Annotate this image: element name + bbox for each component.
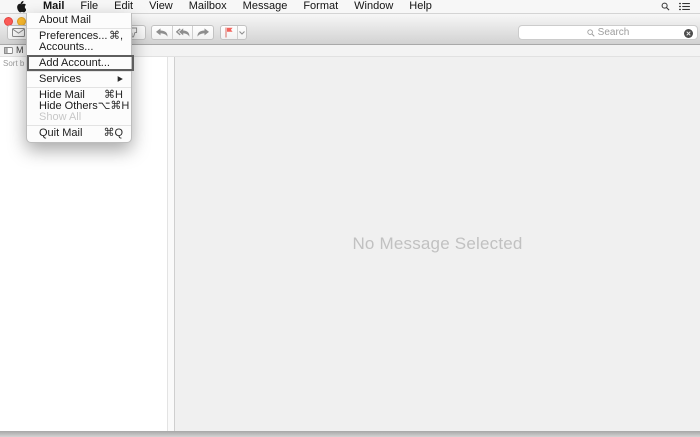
menubar-item-message[interactable]: Message [235,0,296,13]
flag-button-group [220,25,247,40]
menu-separator [27,125,131,126]
search-field[interactable]: Search [518,25,698,40]
shortcut-preferences: ⌘, [108,30,123,42]
menu-separator [27,71,131,72]
flag-icon [225,27,233,38]
notification-center-icon[interactable] [679,2,690,11]
system-menu-bar: Mail File Edit View Mailbox Message Form… [0,0,700,14]
flag-button[interactable] [221,26,237,39]
flag-menu-button[interactable] [237,26,246,39]
add-account-annotation-box [27,55,134,71]
chevron-down-icon [239,30,245,35]
menubar-item-help[interactable]: Help [401,0,440,13]
menubar-item-window[interactable]: Window [346,0,401,13]
reply-button[interactable] [152,26,172,39]
clear-circle-icon [686,30,691,36]
apple-logo [17,0,26,13]
menu-item-quit-mail[interactable]: Quit Mail ⌘Q [27,128,131,139]
forward-button[interactable] [192,26,213,39]
menu-item-about-mail[interactable]: About Mail [27,15,131,26]
apple-menu[interactable] [6,0,35,13]
mailboxes-sidebar-icon[interactable] [4,47,13,54]
spotlight-search-icon[interactable] [661,2,670,11]
message-viewer-pane: No Message Selected [175,57,700,431]
menubar-item-edit[interactable]: Edit [106,0,141,13]
mail-dropdown-menu: About Mail Preferences... ⌘, Accounts...… [26,13,134,143]
reply-all-button[interactable] [171,26,193,39]
menubar-item-format[interactable]: Format [295,0,346,13]
menubar-item-file[interactable]: File [72,0,106,13]
shortcut-quit-mail: ⌘Q [103,127,123,139]
reply-all-icon [175,28,189,37]
menu-item-show-all: Show All [39,111,82,123]
desktop-edge [0,431,700,437]
search-placeholder: Search [597,27,630,38]
reply-icon [156,28,168,37]
forward-icon [197,28,209,37]
envelope-icon [11,28,25,37]
search-clear-button[interactable] [684,28,693,38]
submenu-arrow-icon: ▶ [117,75,123,84]
no-message-selected-text: No Message Selected [352,234,523,253]
search-icon [587,28,595,37]
shortcut-hide-others: ⌥⌘H [97,100,130,112]
menubar-item-view[interactable]: View [141,0,181,13]
menu-item-services[interactable]: Services ▶ [27,74,131,85]
mailboxes-button[interactable]: M [16,45,24,56]
menu-separator [27,28,131,29]
reply-forward-group [151,25,214,40]
menu-item-accounts[interactable]: Accounts... [27,42,131,53]
menubar-item-mailbox[interactable]: Mailbox [181,0,235,13]
menubar-item-mail[interactable]: Mail [35,0,72,13]
pane-divider[interactable] [168,57,175,431]
menu-separator [27,87,131,88]
